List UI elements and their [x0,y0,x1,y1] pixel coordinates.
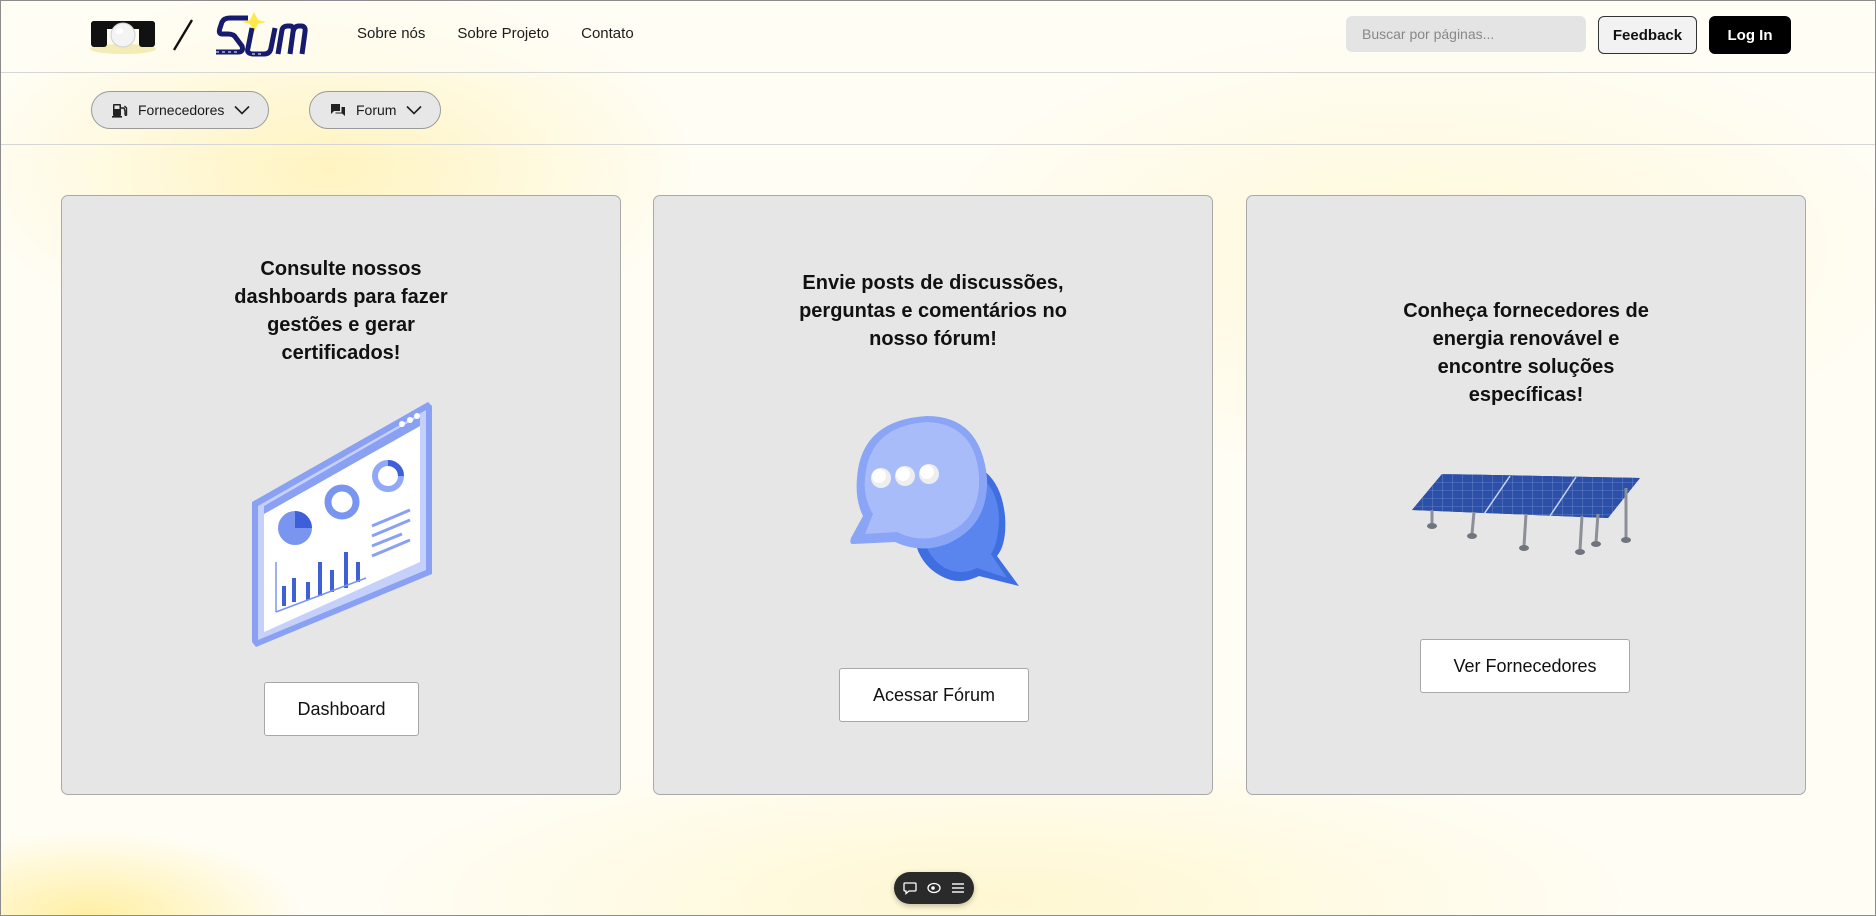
sum-logo [216,12,308,57]
eye-icon[interactable] [927,881,941,895]
acessar-forum-button[interactable]: Acessar Fórum [839,668,1029,722]
forum-label: Forum [356,102,397,118]
chevron-down-icon [406,105,423,115]
floating-toolbar [894,872,974,904]
forum-icon [331,104,345,116]
dashboard-button[interactable]: Dashboard [264,682,419,736]
forum-card-title: Envie posts de discussões, perguntas e c… [799,272,1067,350]
dashboard-illustration [252,402,432,647]
feedback-button[interactable]: Feedback [1598,16,1697,54]
top-navbar: Sobre nós Sobre Projeto Contato Feedback… [0,0,1876,73]
sub-navbar: Fornecedores Forum [0,73,1876,145]
fornecedores-card: Conheça fornecedores de energia renováve… [1246,195,1806,795]
fornecedores-dropdown[interactable]: Fornecedores [91,91,269,129]
login-button[interactable]: Log In [1709,16,1791,54]
brand-logos[interactable] [88,10,308,60]
search-input[interactable] [1346,16,1586,52]
main-nav: Sobre nós Sobre Projeto Contato [357,25,634,42]
forum-dropdown[interactable]: Forum [309,91,441,129]
ver-fornecedores-button[interactable]: Ver Fornecedores [1420,639,1630,693]
forum-card: Envie posts de discussões, perguntas e c… [653,195,1213,795]
logo-divider [172,19,194,51]
solar-panel-illustration [1412,474,1640,555]
menu-icon[interactable] [951,881,965,895]
nav-sobre-projeto[interactable]: Sobre Projeto [457,25,549,42]
dashboard-card-title: Consulte nossos dashboards para fazer ge… [234,258,448,364]
nav-sobre-nos[interactable]: Sobre nós [357,25,425,42]
nav-contato[interactable]: Contato [581,25,634,42]
chat-bubble-illustration [850,416,1019,586]
fuel-station-icon [112,104,128,118]
fornecedores-card-title: Conheça fornecedores de energia renováve… [1403,300,1649,406]
dashboard-card: Consulte nossos dashboards para fazer ge… [61,195,621,795]
comment-icon[interactable] [903,881,917,895]
chevron-down-icon [234,105,250,115]
ci-logo [90,21,156,54]
fornecedores-label: Fornecedores [138,102,225,118]
